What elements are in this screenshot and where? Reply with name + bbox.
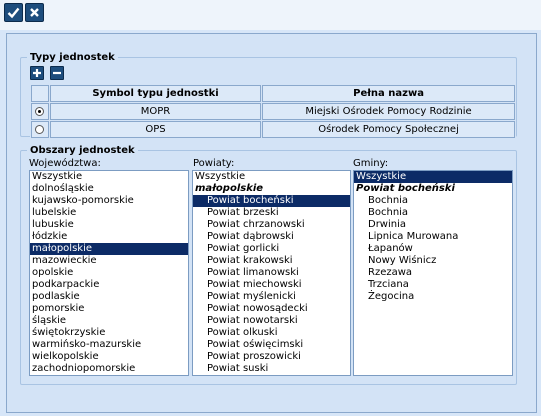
- list-item[interactable]: łódzkie: [30, 231, 188, 243]
- list-item[interactable]: mazowieckie: [30, 255, 188, 267]
- row-name: Miejski Ośrodek Pomocy Rodzinie: [262, 103, 515, 120]
- list-item[interactable]: świętokrzyskie: [30, 327, 188, 339]
- powiaty-label: Powiaty:: [193, 158, 235, 169]
- list-item[interactable]: Łapanów: [354, 243, 512, 255]
- row-radio[interactable]: [31, 121, 49, 138]
- table-header-row: Symbol typu jednostki Pełna nazwa: [31, 85, 515, 102]
- list-item[interactable]: opolskie: [30, 267, 188, 279]
- list-item[interactable]: Lipnica Murowana: [354, 231, 512, 243]
- list-item[interactable]: Powiat proszowicki: [193, 351, 350, 363]
- list-item[interactable]: Bochnia: [354, 195, 512, 207]
- close-icon: [30, 8, 39, 17]
- list-item[interactable]: lubelskie: [30, 207, 188, 219]
- list-item[interactable]: Wszystkie: [354, 171, 512, 183]
- radio-unselected[interactable]: [35, 124, 45, 134]
- wojewodztwa-list[interactable]: Wszystkie dolnośląskie kujawsko-pomorskie l…: [29, 170, 189, 376]
- header-name[interactable]: Pełna nazwa: [262, 85, 515, 102]
- list-item[interactable]: Powiat olkuski: [193, 327, 350, 339]
- list-item[interactable]: Rzezawa: [354, 267, 512, 279]
- confirm-button[interactable]: [4, 3, 23, 22]
- list-item[interactable]: lubuskie: [30, 219, 188, 231]
- list-item[interactable]: zachodniopomorskie: [30, 363, 188, 375]
- header-symbol[interactable]: Symbol typu jednostki: [49, 85, 262, 102]
- remove-type-button[interactable]: [50, 66, 64, 80]
- list-item[interactable]: Powiat brzeski: [193, 207, 350, 219]
- toolbar: [0, 0, 541, 30]
- list-group-header[interactable]: małopolskie: [193, 183, 350, 195]
- list-item[interactable]: małopolskie: [30, 243, 188, 255]
- list-item[interactable]: Powiat nowotarski: [193, 315, 350, 327]
- cancel-button[interactable]: [25, 3, 44, 22]
- list-item[interactable]: Powiat myślenicki: [193, 291, 350, 303]
- list-item[interactable]: Nowy Wiśnicz: [354, 255, 512, 267]
- powiaty-list[interactable]: Wszystkie małopolskie Powiat bocheński Powi…: [192, 170, 351, 376]
- types-table: Symbol typu jednostki Pełna nazwa MOPR M…: [30, 84, 516, 139]
- list-item[interactable]: Wszystkie: [193, 171, 350, 183]
- row-radio[interactable]: [31, 103, 49, 120]
- list-item[interactable]: Powiat gorlicki: [193, 243, 350, 255]
- list-item[interactable]: pomorskie: [30, 303, 188, 315]
- list-item[interactable]: Trzciana: [354, 279, 512, 291]
- list-item[interactable]: Powiat dąbrowski: [193, 231, 350, 243]
- wojewodztwa-label: Województwa:: [29, 158, 101, 169]
- list-item[interactable]: Powiat suski: [193, 363, 350, 375]
- minus-icon: [53, 71, 61, 75]
- list-item[interactable]: Żegocina: [354, 291, 512, 303]
- check-icon: [7, 7, 20, 19]
- radio-selected[interactable]: [35, 106, 45, 116]
- gminy-label: Gminy:: [353, 158, 389, 169]
- list-item[interactable]: Powiat oświęcimski: [193, 339, 350, 351]
- table-row[interactable]: OPS Ośrodek Pomocy Społecznej: [31, 121, 515, 138]
- row-symbol: MOPR: [49, 103, 262, 120]
- obszary-legend: Obszary jednostek: [30, 145, 135, 156]
- table-row[interactable]: MOPR Miejski Ośrodek Pomocy Rodzinie: [31, 103, 515, 120]
- list-item[interactable]: dolnośląskie: [30, 183, 188, 195]
- list-item[interactable]: podlaskie: [30, 291, 188, 303]
- list-item[interactable]: Powiat nowosądecki: [193, 303, 350, 315]
- typy-legend: Typy jednostek: [30, 52, 115, 63]
- list-item[interactable]: Powiat krakowski: [193, 255, 350, 267]
- list-item[interactable]: Wszystkie: [30, 171, 188, 183]
- list-item[interactable]: warmińsko-mazurskie: [30, 339, 188, 351]
- list-item[interactable]: Drwinia: [354, 219, 512, 231]
- list-item[interactable]: kujawsko-pomorskie: [30, 195, 188, 207]
- list-item[interactable]: Powiat miechowski: [193, 279, 350, 291]
- list-item[interactable]: Powiat bocheński: [193, 195, 350, 207]
- row-name: Ośrodek Pomocy Społecznej: [262, 121, 515, 138]
- row-symbol: OPS: [49, 121, 262, 138]
- add-type-button[interactable]: [30, 66, 44, 80]
- list-item[interactable]: podkarpackie: [30, 279, 188, 291]
- list-item[interactable]: Powiat limanowski: [193, 267, 350, 279]
- list-item[interactable]: Bochnia: [354, 207, 512, 219]
- list-item[interactable]: śląskie: [30, 315, 188, 327]
- plus-icon: [33, 69, 41, 77]
- header-select: [31, 85, 49, 102]
- list-item[interactable]: wielkopolskie: [30, 351, 188, 363]
- list-group-header[interactable]: Powiat bocheński: [354, 183, 512, 195]
- gminy-list[interactable]: Wszystkie Powiat bocheński Bochnia Bochnia D…: [353, 170, 513, 376]
- list-item[interactable]: Powiat chrzanowski: [193, 219, 350, 231]
